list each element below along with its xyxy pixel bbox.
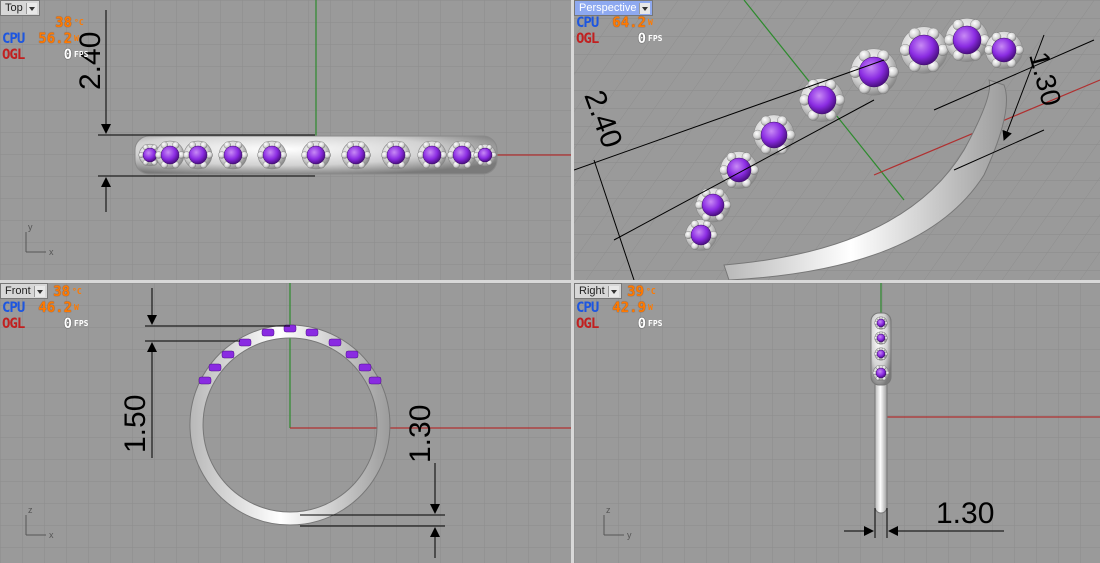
gem-profile: [261, 328, 275, 337]
viewport-perspective[interactable]: 2.40 1.30 Perspective CPU 64.2 W OGL 0 FPS: [574, 0, 1100, 280]
svg-text:x: x: [49, 247, 54, 257]
stats-overlay-front-2: CPU 46.2 W OGL 0 FPS: [2, 300, 89, 332]
tab-perspective[interactable]: Perspective: [574, 0, 654, 16]
tab-top[interactable]: Top: [0, 0, 40, 16]
gem-profile: [305, 328, 319, 337]
viewport-divider-horizontal[interactable]: [0, 280, 1100, 283]
front-dimension-a: 1.50: [119, 395, 152, 453]
viewport-top[interactable]: 2.40 y x Top ---38°C CPU56.2W OGL0FPS: [0, 0, 571, 280]
right-dimension-label: 1.30: [936, 497, 994, 530]
gem-profile: [221, 350, 235, 359]
gem-profile: [328, 338, 342, 347]
gem-profile: [368, 376, 382, 385]
gem-setting: [183, 140, 213, 170]
chevron-down-icon[interactable]: [639, 2, 651, 14]
stats-overlay-top: ---38°C CPU56.2W OGL0FPS: [2, 15, 89, 63]
gem-setting: [684, 219, 718, 251]
ring-top-view: [134, 135, 498, 175]
gem-setting: [984, 31, 1024, 69]
gem-profile: [198, 376, 212, 385]
gem-profile: [238, 338, 252, 347]
stats-overlay-right-temp: -39°C: [627, 284, 656, 300]
gem-setting: [381, 140, 411, 170]
gem-setting: [155, 140, 185, 170]
gem-profile: [208, 363, 222, 372]
stats-overlay-front: -38°C: [53, 284, 82, 300]
gem-setting: [341, 140, 371, 170]
gem-setting: [447, 140, 477, 170]
gem-setting: [874, 331, 888, 345]
gem-profile: [345, 350, 359, 359]
gem-setting: [719, 151, 759, 189]
chevron-down-icon[interactable]: [25, 2, 37, 14]
viewport-right[interactable]: 1.30 z y Right -39°C CPU42.9W OGL0FPS: [574, 283, 1100, 563]
stats-overlay-right: CPU 42.9 W OGL 0 FPS: [576, 300, 663, 332]
viewport-front[interactable]: 1.50 1.30 z x Front -38°C CPU46.2W OGL0F…: [0, 283, 571, 563]
gem-setting: [301, 140, 331, 170]
gem-setting: [257, 140, 287, 170]
gem-setting: [417, 140, 447, 170]
svg-text:z: z: [606, 505, 611, 515]
gem-setting: [218, 140, 248, 170]
gem-profile: [358, 363, 372, 372]
svg-text:y: y: [627, 530, 632, 540]
svg-text:y: y: [28, 222, 33, 232]
gem-setting: [874, 347, 888, 361]
gem-setting: [473, 143, 497, 167]
svg-text:x: x: [49, 530, 54, 540]
gem-setting: [874, 316, 888, 330]
gem-setting: [872, 364, 890, 382]
stats-overlay-perspective: CPU 64.2 W OGL 0 FPS: [576, 15, 663, 47]
svg-text:z: z: [28, 505, 33, 515]
front-dimension-b: 1.30: [404, 405, 437, 463]
